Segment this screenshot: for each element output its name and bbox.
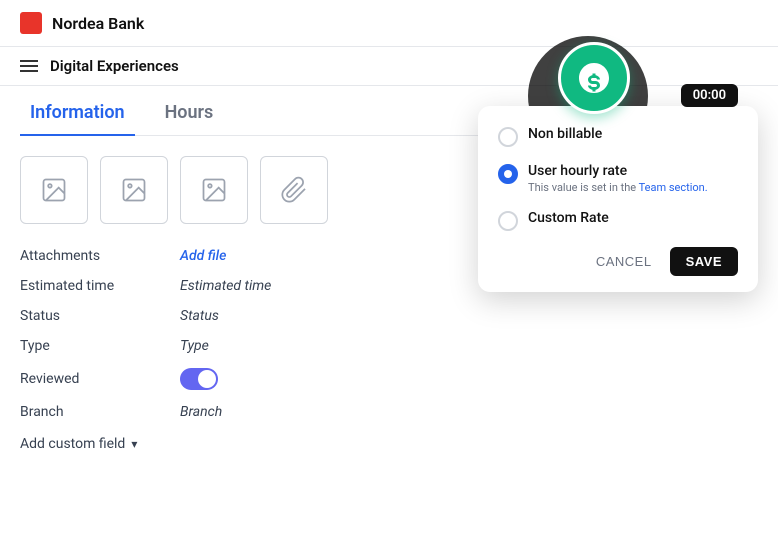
radio-label-non-billable: Non billable — [528, 126, 602, 142]
billing-popup: Non billable User hourly rate This value… — [478, 106, 758, 292]
field-label-type: Type — [20, 338, 180, 354]
paperclip-icon — [280, 176, 308, 204]
team-section-link[interactable]: Team section. — [639, 181, 708, 194]
add-custom-field-button[interactable]: Add custom field ▾ — [20, 436, 758, 452]
save-button[interactable]: SAVE — [670, 247, 738, 276]
image-placeholder-3[interactable] — [180, 156, 248, 224]
cancel-button[interactable]: CANCEL — [588, 247, 660, 276]
radio-user-hourly[interactable]: User hourly rate This value is set in th… — [498, 163, 738, 194]
logo-text: Nordea Bank — [52, 14, 144, 33]
radio-label-custom-rate: Custom Rate — [528, 210, 609, 226]
timer-value: 00:00 — [681, 84, 738, 107]
radio-outer-custom-rate — [498, 211, 518, 231]
field-label-estimated-time: Estimated time — [20, 278, 180, 294]
billing-button[interactable] — [558, 42, 630, 114]
field-type: Type Type — [20, 338, 758, 354]
field-reviewed: Reviewed — [20, 368, 758, 390]
field-value-attachments[interactable]: Add file — [180, 248, 226, 264]
add-custom-field-label: Add custom field — [20, 436, 125, 452]
popup-actions: CANCEL SAVE — [498, 247, 738, 276]
field-branch: Branch Branch — [20, 404, 758, 420]
nordea-logo-icon — [20, 12, 42, 34]
dollar-sign-icon — [576, 60, 612, 96]
image-placeholder-2[interactable] — [100, 156, 168, 224]
tab-hours[interactable]: Hours — [155, 86, 224, 135]
field-status: Status Status — [20, 308, 758, 324]
radio-label-user-hourly: User hourly rate — [528, 163, 708, 179]
nav-title: Digital Experiences — [50, 57, 179, 75]
field-value-estimated-time[interactable]: Estimated time — [180, 278, 271, 294]
image-icon-2 — [120, 176, 148, 204]
main-content: 00:00 Information Hours — [0, 86, 778, 452]
field-label-attachments: Attachments — [20, 248, 180, 264]
radio-outer-non-billable — [498, 127, 518, 147]
image-icon-1 — [40, 176, 68, 204]
header: Nordea Bank — [0, 0, 778, 47]
image-icon-3 — [200, 176, 228, 204]
reviewed-toggle[interactable] — [180, 368, 218, 390]
hamburger-icon[interactable] — [20, 60, 38, 72]
field-label-branch: Branch — [20, 404, 180, 420]
radio-non-billable[interactable]: Non billable — [498, 126, 738, 147]
chevron-down-icon: ▾ — [131, 437, 137, 451]
dollar-circle-icon[interactable] — [558, 42, 630, 114]
field-value-type[interactable]: Type — [180, 338, 209, 354]
tab-information[interactable]: Information — [20, 86, 135, 135]
radio-custom-rate[interactable]: Custom Rate — [498, 210, 738, 231]
field-value-branch[interactable]: Branch — [180, 404, 222, 420]
radio-outer-user-hourly — [498, 164, 518, 184]
radio-sublabel-user-hourly: This value is set in the Team section. — [528, 181, 708, 194]
field-label-reviewed: Reviewed — [20, 371, 180, 387]
field-label-status: Status — [20, 308, 180, 324]
navbar: Digital Experiences — [0, 47, 778, 86]
attachment-placeholder[interactable] — [260, 156, 328, 224]
image-placeholder-1[interactable] — [20, 156, 88, 224]
field-value-status[interactable]: Status — [180, 308, 219, 324]
